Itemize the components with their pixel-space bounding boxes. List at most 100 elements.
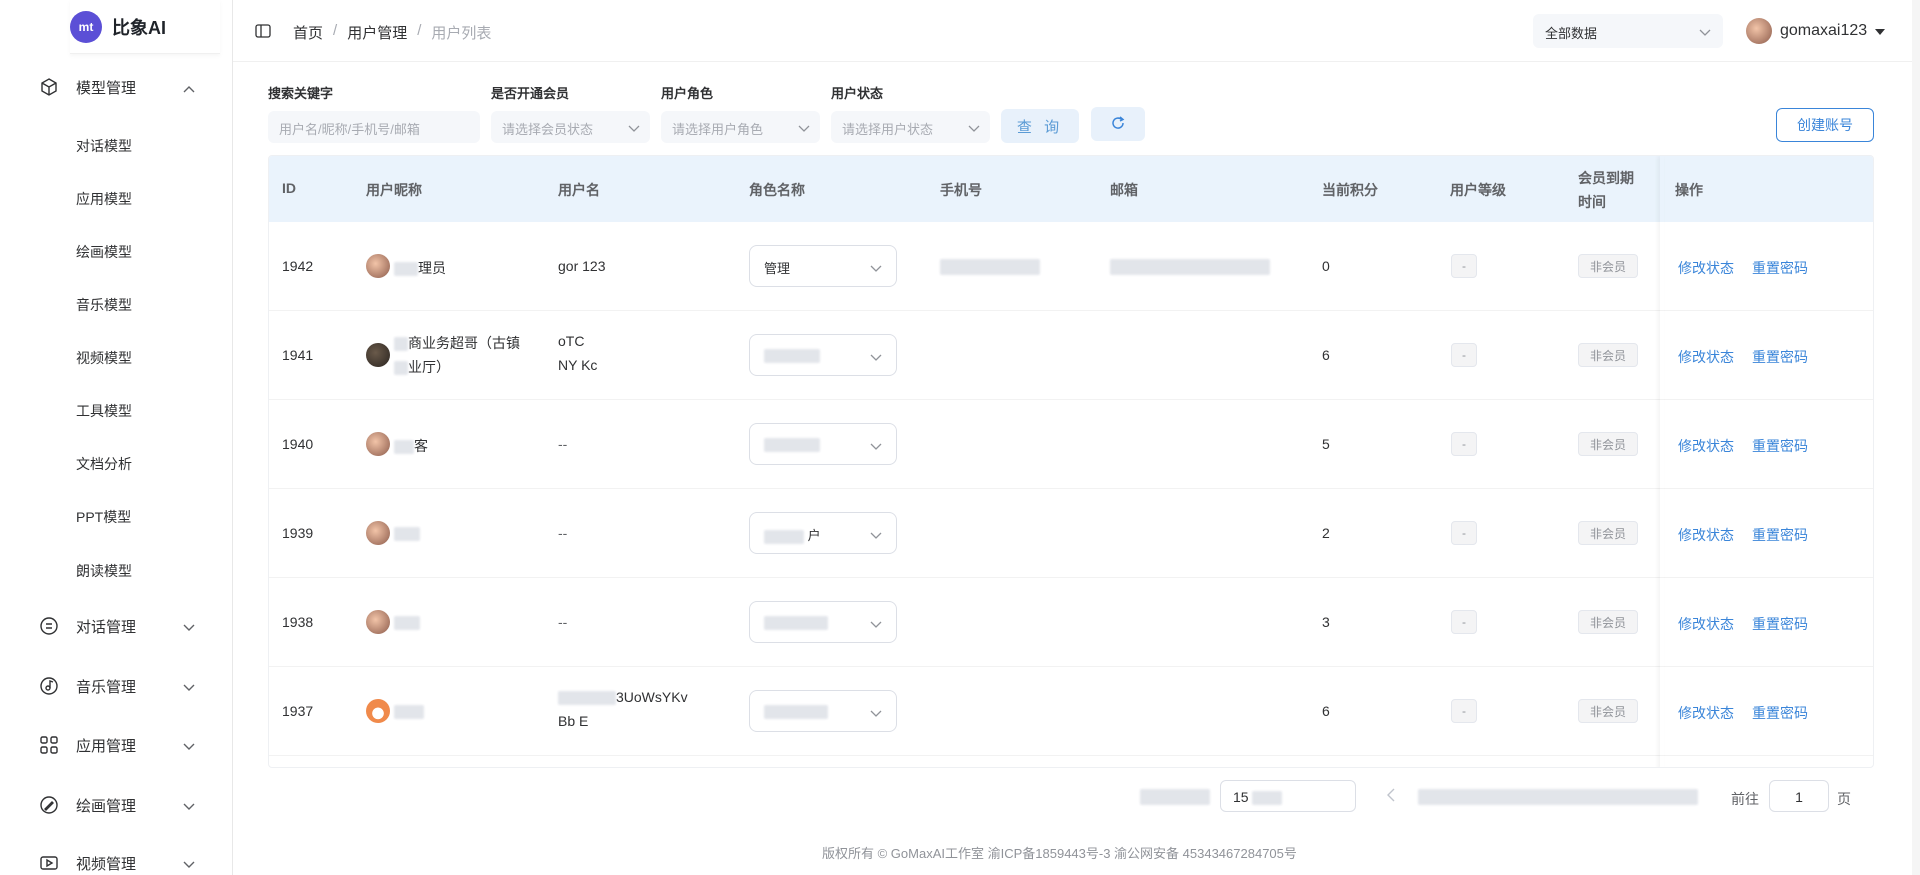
change-status-link[interactable]: 修改状态	[1678, 614, 1734, 634]
th-points: 当前积分	[1322, 182, 1378, 198]
role-value: 管理	[764, 261, 791, 276]
chat-icon	[38, 615, 60, 637]
goto-page-input[interactable]: 1	[1769, 780, 1829, 812]
page-size-value: 15	[1233, 789, 1249, 805]
role-select[interactable]: 管理	[749, 245, 897, 287]
page-size-select[interactable]: 15	[1220, 780, 1356, 812]
chevron-up-icon	[183, 80, 195, 97]
change-status-link[interactable]: 修改状态	[1678, 703, 1734, 723]
avatar	[366, 254, 390, 278]
video-icon	[38, 852, 60, 874]
role-select[interactable]	[749, 334, 897, 376]
chevron-down-icon	[183, 856, 195, 873]
sidebar-item-chat-model[interactable]: 对话模型	[76, 136, 132, 156]
th-email: 邮箱	[1110, 182, 1138, 198]
sidebar-item-app-model[interactable]: 应用模型	[76, 189, 132, 209]
reset-password-link[interactable]: 重置密码	[1752, 614, 1808, 634]
change-status-link[interactable]: 修改状态	[1678, 525, 1734, 545]
prev-page-icon[interactable]	[1386, 788, 1396, 805]
level-tag: -	[1451, 521, 1477, 545]
reset-password-link[interactable]: 重置密码	[1752, 258, 1808, 278]
chevron-down-icon	[968, 121, 980, 136]
sidebar-item-doc-analysis[interactable]: 文档分析	[76, 454, 132, 474]
status-placeholder: 请选择用户状态	[842, 122, 934, 137]
menu-group-model[interactable]: 模型管理	[0, 62, 232, 112]
level-tag: -	[1451, 254, 1477, 278]
change-status-link[interactable]: 修改状态	[1678, 347, 1734, 367]
member-select[interactable]: 请选择会员状态	[491, 111, 650, 143]
role-select[interactable]	[749, 601, 897, 643]
table-row: 1940 客 -- 5 - 非会员 修改状态 重置密码	[269, 400, 1873, 489]
breadcrumb-current: 用户列表	[431, 25, 492, 42]
logo[interactable]: mt 比象AI	[70, 0, 220, 54]
menu-group-draw[interactable]: 绘画管理	[0, 780, 232, 830]
page-list[interactable]	[1418, 788, 1698, 806]
refresh-icon	[1110, 115, 1126, 134]
menu-group-label: 绘画管理	[76, 797, 137, 815]
cell-id: 1942	[282, 258, 314, 274]
sidebar-item-ppt-model[interactable]: PPT模型	[76, 507, 131, 527]
cell-username: oTC	[558, 333, 585, 349]
chevron-down-icon	[798, 121, 810, 136]
chevron-down-icon	[870, 528, 882, 543]
data-scope-select[interactable]: 全部数据	[1533, 14, 1723, 48]
breadcrumb: 首页 / 用户管理 / 用户列表	[293, 22, 491, 43]
cell-points: 0	[1322, 258, 1330, 274]
role-select[interactable]	[749, 690, 897, 732]
reset-password-link[interactable]: 重置密码	[1752, 436, 1808, 456]
chevron-down-icon	[870, 439, 882, 454]
breadcrumb-user-mgmt[interactable]: 用户管理	[347, 22, 407, 43]
member-tag: 非会员	[1578, 610, 1638, 634]
cell-username: --	[558, 436, 568, 452]
cube-icon	[38, 76, 60, 98]
th-member-expiry: 会员到期	[1578, 170, 1634, 186]
role-select[interactable]: 请选择用户角色	[661, 111, 820, 143]
breadcrumb-home[interactable]: 首页	[293, 22, 323, 43]
top-header: 首页 / 用户管理 / 用户列表 全部数据 gomaxai123	[233, 0, 1920, 62]
cell-nickname: 客	[394, 436, 428, 456]
reset-password-link[interactable]: 重置密码	[1752, 703, 1808, 723]
page-scrollbar[interactable]	[1912, 0, 1920, 875]
user-menu[interactable]: gomaxai123	[1746, 18, 1886, 44]
keyword-input[interactable]: 用户名/昵称/手机号/邮箱	[268, 111, 480, 143]
table-row: 1941 商业务超哥（古镇 业厅） oTC NY Kc 6 - 非会员 修改状态…	[269, 311, 1873, 400]
chevron-down-icon	[1699, 25, 1711, 40]
table-header: ID 用户昵称 用户名 角色名称 手机号 邮箱 当前积分 用户等级 会员到期 时…	[269, 156, 1873, 222]
create-account-button[interactable]: 创建账号	[1776, 108, 1874, 142]
cell-points: 5	[1322, 436, 1330, 452]
sidebar-item-tool-model[interactable]: 工具模型	[76, 401, 132, 421]
breadcrumb-separator: /	[417, 22, 422, 39]
sidebar-item-tts-model[interactable]: 朗读模型	[76, 561, 132, 581]
menu-group-label: 对话管理	[76, 618, 137, 636]
cell-id: 1937	[282, 703, 314, 719]
change-status-link[interactable]: 修改状态	[1678, 436, 1734, 456]
menu-group-app[interactable]: 应用管理	[0, 720, 232, 770]
caret-down-icon	[1875, 22, 1886, 40]
reset-password-link[interactable]: 重置密码	[1752, 347, 1808, 367]
role-placeholder: 请选择用户角色	[672, 122, 764, 137]
sidebar-item-video-model[interactable]: 视频模型	[76, 348, 132, 368]
page-suffix: 页	[1837, 791, 1851, 807]
cell-phone	[940, 258, 1040, 276]
menu-group-video[interactable]: 视频管理	[0, 838, 232, 875]
cell-email	[1110, 258, 1270, 276]
menu-group-chat[interactable]: 对话管理	[0, 601, 232, 651]
th-id: ID	[282, 180, 296, 196]
cell-nickname	[394, 703, 424, 720]
level-tag: -	[1451, 610, 1477, 634]
keyword-placeholder: 用户名/昵称/手机号/邮箱	[279, 122, 420, 137]
sidebar-item-draw-model[interactable]: 绘画模型	[76, 242, 132, 262]
role-select[interactable]	[749, 423, 897, 465]
role-select[interactable]: 户	[749, 512, 897, 554]
change-status-link[interactable]: 修改状态	[1678, 258, 1734, 278]
reset-password-link[interactable]: 重置密码	[1752, 525, 1808, 545]
status-select[interactable]: 请选择用户状态	[831, 111, 990, 143]
cell-points: 3	[1322, 614, 1330, 630]
sidebar-item-music-model[interactable]: 音乐模型	[76, 295, 132, 315]
sidebar-toggle-icon[interactable]	[255, 23, 271, 39]
query-button[interactable]: 查 询	[1001, 109, 1079, 143]
refresh-button[interactable]	[1091, 107, 1145, 141]
menu-group-music[interactable]: 音乐管理	[0, 661, 232, 711]
member-tag: 非会员	[1578, 343, 1638, 367]
th-member-expiry-line2: 时间	[1578, 194, 1606, 210]
